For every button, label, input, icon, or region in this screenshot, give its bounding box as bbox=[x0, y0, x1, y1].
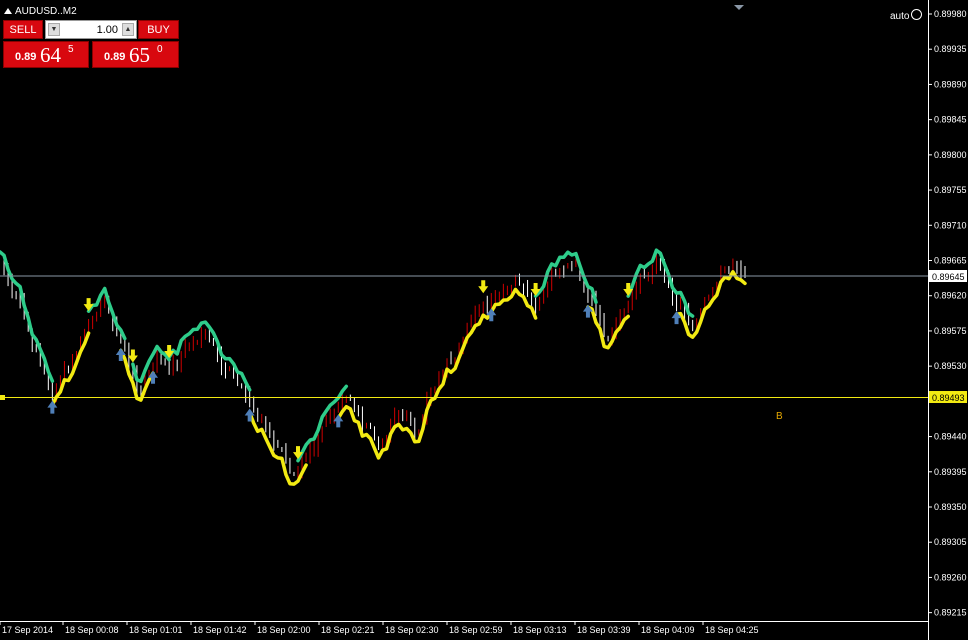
buy-price-button[interactable]: 0.89 65 0 bbox=[92, 41, 179, 68]
price-tick-label: 0.89440 bbox=[934, 432, 967, 442]
price-tick-label: 0.89935 bbox=[934, 44, 967, 54]
price-tick-label: 0.89890 bbox=[934, 79, 967, 89]
resistance-line bbox=[0, 250, 55, 383]
price-tick-label: 0.89980 bbox=[934, 9, 967, 19]
one-click-trading-panel: SELL ▼ ▲ BUY 0.89 64 5 0.89 65 0 bbox=[3, 20, 179, 68]
time-tick-label: 18 Sep 02:21 bbox=[321, 625, 375, 635]
price-tick-label: 0.89530 bbox=[934, 361, 967, 371]
time-tick-label: 18 Sep 00:08 bbox=[65, 625, 119, 635]
lot-decrease-button[interactable]: ▼ bbox=[48, 23, 60, 36]
chart-shift-marker bbox=[734, 5, 744, 10]
buy-price-big: 0.89 bbox=[104, 51, 126, 63]
time-tick-label: 18 Sep 04:09 bbox=[641, 625, 695, 635]
b-level-left-marker bbox=[0, 395, 5, 400]
support-line bbox=[336, 287, 538, 460]
price-tick-label: 0.89215 bbox=[934, 608, 967, 618]
sell-arrow-icon bbox=[127, 349, 138, 363]
price-axis: 0.89980 0.89935 0.89890 0.89845 0.89800 0.897… bbox=[928, 9, 967, 618]
chart-title: AUDUSD..M2 bbox=[4, 6, 77, 17]
signal-arrows bbox=[47, 280, 682, 460]
symbol-label: AUDUSD..M2 bbox=[15, 6, 77, 17]
trend-indicator-lines bbox=[0, 248, 747, 486]
price-tick-label: 0.89350 bbox=[934, 502, 967, 512]
price-tick-label: 0.89305 bbox=[934, 537, 967, 547]
collapse-triangle-icon[interactable] bbox=[4, 8, 12, 14]
sell-price-pips: 64 bbox=[40, 43, 61, 67]
lot-size-input[interactable] bbox=[62, 22, 118, 37]
sell-price-button[interactable]: 0.89 64 5 bbox=[3, 41, 89, 68]
buy-arrow-icon bbox=[47, 400, 58, 414]
price-tick-label: 0.89395 bbox=[934, 467, 967, 477]
time-tick-label: 17 Sep 2014 bbox=[2, 625, 53, 635]
support-line bbox=[50, 331, 91, 407]
time-tick-label: 18 Sep 03:39 bbox=[577, 625, 631, 635]
time-axis: 17 Sep 2014 18 Sep 00:08 18 Sep 01:01 18 Se… bbox=[0, 621, 759, 635]
time-tick-label: 18 Sep 02:00 bbox=[257, 625, 311, 635]
buy-arrow-icon bbox=[582, 304, 593, 318]
time-tick-label: 18 Sep 02:30 bbox=[385, 625, 439, 635]
auto-trading-indicator[interactable]: auto bbox=[890, 9, 923, 22]
support-line bbox=[586, 305, 630, 350]
time-tick-label: 18 Sep 02:59 bbox=[449, 625, 503, 635]
price-chart[interactable]: B 0.899800.899350.898900.898450.898000.8… bbox=[0, 0, 968, 640]
buy-arrow-icon bbox=[333, 414, 344, 428]
time-tick-label: 18 Sep 01:01 bbox=[129, 625, 183, 635]
price-tick-label: 0.89755 bbox=[934, 185, 967, 195]
time-tick-label: 18 Sep 01:42 bbox=[193, 625, 247, 635]
smiley-icon bbox=[911, 9, 923, 20]
sell-button[interactable]: SELL bbox=[3, 20, 43, 39]
resistance-line bbox=[86, 286, 127, 341]
sell-price-fraction: 5 bbox=[68, 44, 74, 55]
lot-size-control: ▼ ▲ bbox=[45, 20, 137, 39]
b-level-price-tag-text: 0.89493 bbox=[932, 393, 965, 403]
current-price-tag-text: 0.89645 bbox=[932, 272, 965, 282]
price-tick-label: 0.89710 bbox=[934, 220, 967, 230]
price-tick-label: 0.89800 bbox=[934, 150, 967, 160]
price-tick-label: 0.89620 bbox=[934, 291, 967, 301]
lot-increase-button[interactable]: ▲ bbox=[122, 23, 134, 36]
sell-price-big: 0.89 bbox=[15, 51, 37, 63]
time-tick-label: 18 Sep 03:13 bbox=[513, 625, 567, 635]
time-tick-label: 18 Sep 04:25 bbox=[705, 625, 759, 635]
resistance-line bbox=[533, 250, 598, 305]
buy-price-pips: 65 bbox=[129, 43, 150, 67]
price-tick-label: 0.89260 bbox=[934, 572, 967, 582]
price-tick-label: 0.89845 bbox=[934, 115, 967, 125]
sell-arrow-icon bbox=[478, 280, 489, 294]
buy-button[interactable]: BUY bbox=[138, 20, 179, 39]
price-tick-label: 0.89575 bbox=[934, 326, 967, 336]
price-tick-label: 0.89665 bbox=[934, 256, 967, 266]
buy-price-fraction: 0 bbox=[157, 44, 163, 55]
b-level-label: B bbox=[776, 411, 783, 422]
auto-label: auto bbox=[890, 11, 910, 22]
